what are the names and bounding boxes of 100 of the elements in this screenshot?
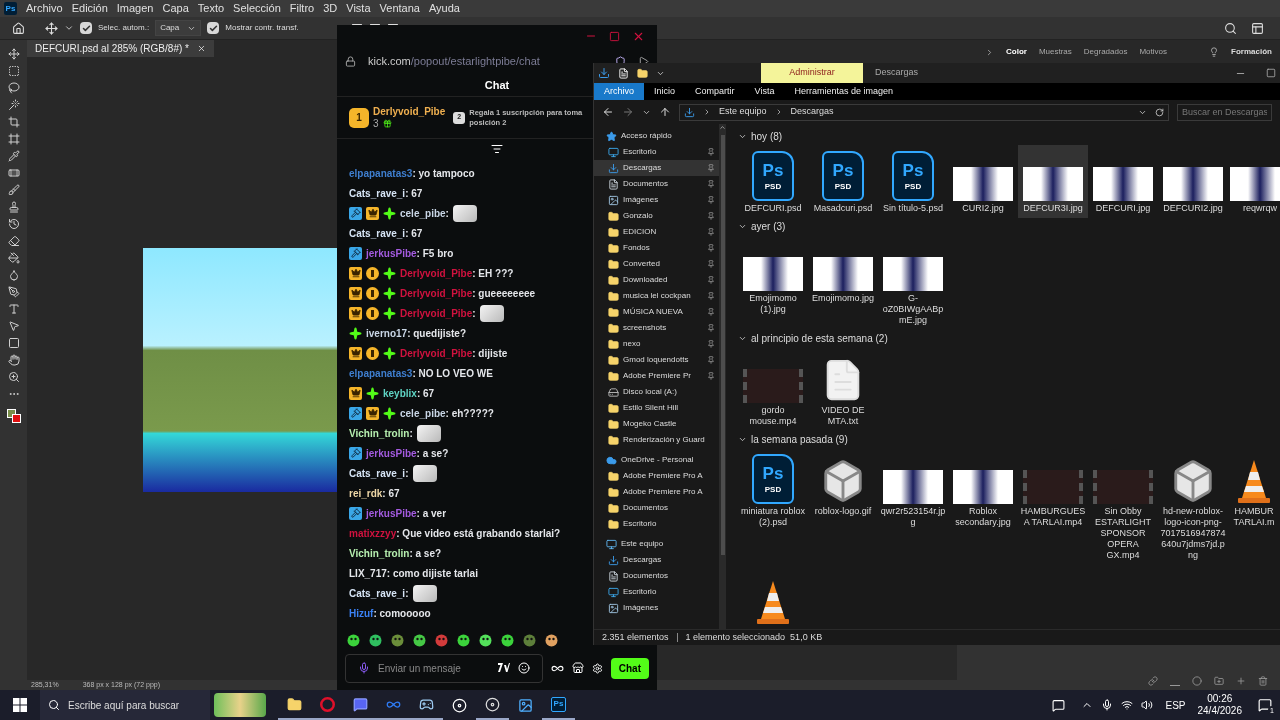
adjustment-icon[interactable] — [1192, 676, 1202, 686]
nav-item[interactable]: Gonzalo — [594, 208, 719, 224]
trash-icon[interactable] — [1258, 676, 1268, 686]
message-input[interactable]: Enviar un mensaje — [378, 660, 490, 676]
drop-tool-icon[interactable] — [7, 269, 20, 281]
search-field[interactable]: Escribe aquí para buscar — [40, 690, 210, 720]
menu-item[interactable]: 3D — [323, 0, 338, 17]
menu-item[interactable]: Vista — [346, 0, 371, 17]
checkbox[interactable] — [80, 22, 92, 34]
frame-tool-icon[interactable] — [7, 133, 20, 145]
bucket-tool-icon[interactable] — [7, 252, 20, 264]
maximize-button[interactable] — [1266, 68, 1276, 78]
group-icon[interactable] — [1214, 676, 1224, 686]
new-layer-icon[interactable] — [1236, 676, 1246, 686]
file-item[interactable]: Ps PSD DEFCURI.psd — [738, 145, 808, 218]
emote-icon[interactable] — [545, 633, 558, 647]
file-item[interactable]: roblox-logo.gif — [808, 448, 878, 565]
menu-item[interactable]: Archivo — [26, 0, 63, 17]
emoji-icon[interactable] — [517, 662, 530, 674]
nav-item[interactable]: EDICION — [594, 224, 719, 240]
back-button[interactable] — [602, 106, 614, 118]
menu-item[interactable]: Ventana — [379, 0, 420, 17]
nav-item[interactable]: nexo — [594, 336, 719, 352]
nav-item[interactable]: Adobe Premiere Pr — [594, 368, 719, 384]
nav-item[interactable]: screenshots — [594, 320, 719, 336]
shape-tool-icon[interactable] — [7, 337, 20, 349]
type-tool-icon[interactable] — [7, 303, 20, 315]
nav-item[interactable]: Fondos — [594, 240, 719, 256]
panel-tab[interactable]: Degradados — [1083, 46, 1128, 58]
menu-item[interactable]: Filtro — [289, 0, 315, 17]
emote-icon[interactable] — [457, 633, 470, 647]
menu-item[interactable]: Imagen — [116, 0, 154, 17]
expand-icon[interactable] — [738, 334, 747, 343]
download-icon[interactable] — [598, 67, 610, 79]
search-icon[interactable] — [1224, 21, 1237, 35]
eraser-tool-icon[interactable] — [7, 235, 20, 247]
scrollbar[interactable] — [719, 124, 726, 629]
checkbox[interactable] — [207, 22, 220, 34]
microphone-icon[interactable] — [1101, 699, 1114, 711]
menu-item[interactable]: Ayuda — [428, 0, 460, 17]
emote-icon[interactable] — [413, 633, 426, 647]
close-icon[interactable] — [196, 44, 206, 53]
emote-icon[interactable] — [347, 633, 360, 647]
group-header[interactable]: la semana pasada (9) — [751, 432, 848, 447]
emote-icon[interactable] — [479, 633, 492, 647]
nav-item[interactable]: Adobe Premiere Pro A — [594, 484, 719, 500]
expand-icon[interactable] — [738, 222, 747, 231]
file-item[interactable]: HAMBUR TARLAI.m — [1228, 448, 1280, 565]
file-item[interactable]: CURI2.jpg — [948, 145, 1018, 218]
nav-item[interactable]: Acceso rápido — [621, 130, 672, 142]
brush-tool-icon[interactable] — [7, 184, 20, 196]
expand-icon[interactable] — [738, 132, 747, 141]
store-icon[interactable] — [571, 662, 584, 674]
scroll-up-icon[interactable] — [719, 124, 726, 131]
network-icon[interactable] — [1121, 699, 1134, 711]
layer-select[interactable]: Capa — [155, 20, 202, 36]
nav-item[interactable]: Gmod loquendotts — [594, 352, 719, 368]
new-folder-icon[interactable] — [637, 67, 648, 79]
nav-item[interactable]: musica lel cockpan — [594, 288, 719, 304]
group-header[interactable]: hoy (8) — [751, 129, 783, 144]
ribbon-tab[interactable]: Compartir — [685, 83, 745, 100]
emote-set-icon[interactable] — [497, 663, 510, 673]
settings-icon[interactable] — [591, 662, 603, 674]
history-brush-icon[interactable] — [7, 218, 20, 230]
language-indicator[interactable]: ESP — [1165, 697, 1186, 713]
message-bar[interactable]: Enviar un mensaje — [345, 653, 543, 683]
expand-icon[interactable] — [738, 435, 747, 444]
menu-item[interactable]: Capa — [162, 0, 189, 17]
search-field[interactable]: Buscar en Descargas — [1177, 103, 1272, 121]
panel-tab[interactable]: Color — [1006, 46, 1027, 58]
panel-tab[interactable]: Motivos — [1139, 46, 1167, 58]
wand-tool-icon[interactable] — [7, 99, 20, 111]
maximize-button[interactable] — [609, 30, 620, 42]
link-icon[interactable] — [1148, 676, 1158, 686]
nav-item[interactable]: Imágenes — [594, 192, 719, 208]
group-header[interactable]: al principio de esta semana (2) — [751, 331, 888, 346]
ribbon-tab[interactable]: Archivo — [594, 83, 644, 100]
file-item[interactable]: HAMBURGUESA TARLAI.mp4 — [1018, 448, 1088, 565]
file-item[interactable]: Ps PSD Masadcuri.psd — [808, 145, 878, 218]
file-item[interactable]: VIDEO DE MTA.txt — [808, 347, 878, 431]
file-item[interactable]: Sin Obby ESTARLIGHT SPONSOR OPERA GX.mp4 — [1088, 448, 1158, 565]
clock[interactable]: 00:26 24/4/2026 — [1197, 693, 1242, 717]
bandage-tool-icon[interactable] — [7, 167, 20, 179]
nav-item[interactable]: OneDrive - Personal — [621, 454, 694, 466]
zoom-tool-icon[interactable] — [7, 371, 20, 383]
file-item[interactable]: qwr2r523154r.jpg — [878, 448, 948, 565]
up-button[interactable] — [659, 106, 671, 118]
group-header[interactable]: ayer (3) — [751, 219, 786, 234]
emote-icon[interactable] — [391, 633, 404, 647]
stamp-tool-icon[interactable] — [7, 201, 20, 213]
menu-item[interactable]: Selección — [233, 0, 281, 17]
nav-item[interactable]: Disco local (A:) — [594, 384, 719, 400]
panel-tab[interactable]: Formación — [1231, 46, 1272, 58]
collapse-icon[interactable] — [491, 143, 503, 155]
nav-item[interactable]: Descargas — [594, 552, 719, 568]
nav-item[interactable]: MÚSICA NUEVA — [594, 304, 719, 320]
volume-icon[interactable] — [1141, 699, 1154, 711]
nav-item[interactable]: Documentos — [594, 500, 719, 516]
file-item[interactable]: DEFCURI.jpg — [1088, 145, 1158, 218]
ribbon-tab[interactable]: Vista — [744, 83, 785, 100]
